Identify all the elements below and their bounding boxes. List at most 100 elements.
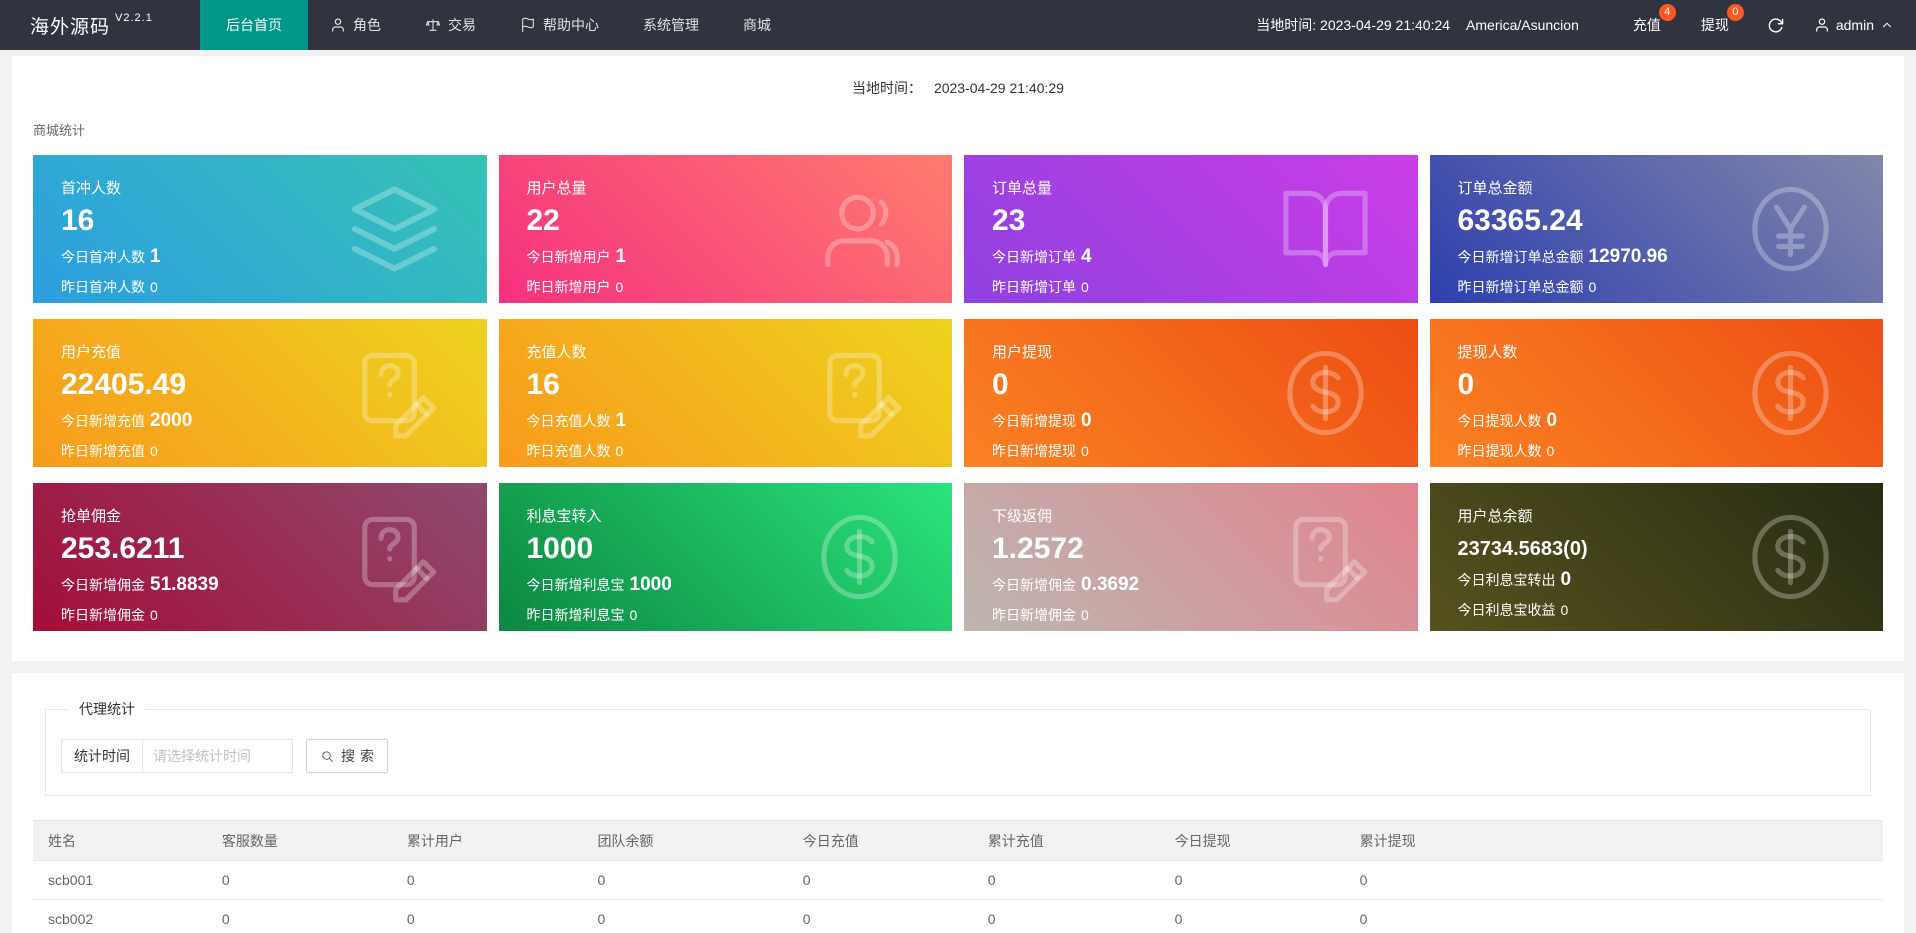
cell-total-users: 0 bbox=[391, 899, 583, 933]
menu-item[interactable]: 帮助中心 bbox=[498, 0, 621, 50]
app-logo: 海外源码 V2.2.1 bbox=[0, 0, 200, 50]
stats-panel: 当地时间： 2023-04-29 21:40:29 商城统计 首冲人数 16 今… bbox=[12, 56, 1904, 661]
table-header-row: 姓名 客服数量 累计用户 团队余额 今日充值 累计充值 今日提现 累计提现 bbox=[33, 820, 1883, 861]
cell-name: scb002 bbox=[33, 899, 207, 933]
menu-item[interactable]: 角色 bbox=[308, 0, 403, 50]
cell-total-recharge: 0 bbox=[972, 899, 1160, 933]
agent-filter-row: 统计时间 搜索 bbox=[61, 739, 1855, 773]
menu-item-label: 交易 bbox=[448, 17, 476, 33]
cell-today-recharge: 0 bbox=[787, 899, 973, 933]
table-header-cell: 姓名 bbox=[33, 820, 207, 861]
card-yesterday-line: 昨日新增利息宝 0 bbox=[526, 607, 638, 623]
cell-total-withdraw: 0 bbox=[1344, 860, 1883, 900]
main-menu: 后台首页 角色 交易 帮助中心 系统管理 商城 bbox=[200, 0, 793, 50]
stat-card: 用户充值 22405.49 今日新增充值 2000 昨日新增充值 0 bbox=[33, 319, 487, 467]
menu-item-label: 帮助中心 bbox=[543, 17, 599, 33]
table-header-cell: 客服数量 bbox=[206, 820, 392, 861]
top-navbar: 海外源码 V2.2.1 后台首页 角色 交易 帮助中心 系统管理 商城 当地时间… bbox=[0, 0, 1916, 50]
doc-pencil-icon bbox=[347, 510, 442, 605]
app-title: 海外源码 bbox=[30, 16, 111, 38]
user-menu[interactable]: admin bbox=[1814, 17, 1894, 33]
menu-item-label: 商城 bbox=[743, 17, 771, 33]
card-yesterday-line: 昨日新增充值 0 bbox=[61, 443, 158, 459]
cell-today-recharge: 0 bbox=[787, 860, 973, 900]
flag-icon bbox=[520, 17, 536, 33]
agent-table: 姓名 客服数量 累计用户 团队余额 今日充值 累计充值 今日提现 累计提现 scb001 0 … bbox=[33, 820, 1883, 933]
card-yesterday-line: 昨日新增佣金 0 bbox=[61, 607, 158, 623]
withdraw-badge: 0 bbox=[1726, 4, 1744, 21]
stat-card: 下级返佣 1.2572 今日新增佣金 0.3692 昨日新增佣金 0 bbox=[964, 483, 1418, 631]
user-icon bbox=[1814, 17, 1830, 33]
menu-item[interactable]: 商城 bbox=[721, 0, 793, 50]
scales-icon bbox=[425, 17, 441, 33]
app-version: V2.2.1 bbox=[115, 12, 153, 24]
user-big-icon bbox=[812, 182, 907, 277]
stat-time-label: 统计时间 bbox=[61, 739, 143, 773]
table-header-cell: 累计提现 bbox=[1344, 820, 1883, 861]
stat-card: 提现人数 0 今日提现人数 0 昨日提现人数 0 bbox=[1429, 319, 1883, 467]
chevron-up-icon bbox=[1880, 18, 1894, 32]
stat-card: 利息宝转入 1000 今日新增利息宝 1000 昨日新增利息宝 0 bbox=[498, 483, 952, 631]
cell-total-withdraw: 0 bbox=[1344, 899, 1883, 933]
stat-card: 用户总余额 23734.5683(0) 今日利息宝转出 0 今日利息宝收益 0 bbox=[1429, 483, 1883, 631]
menu-item-label: 角色 bbox=[353, 17, 381, 33]
menu-item-label: 后台首页 bbox=[226, 17, 282, 33]
layers-icon bbox=[347, 182, 442, 277]
stat-card: 用户提现 0 今日新增提现 0 昨日新增提现 0 bbox=[964, 319, 1418, 467]
recharge-badge: 4 bbox=[1658, 4, 1676, 21]
doc-pencil-icon bbox=[347, 346, 442, 441]
section-title-mall-stats: 商城统计 bbox=[33, 123, 86, 138]
stat-card: 用户总量 22 今日新增用户 1 昨日新增用户 0 bbox=[498, 155, 952, 303]
menu-item-label: 系统管理 bbox=[643, 17, 699, 33]
dollar-circle-icon bbox=[1743, 346, 1838, 441]
menu-item[interactable]: 系统管理 bbox=[621, 0, 721, 50]
table-header-cell: 团队余额 bbox=[582, 820, 788, 861]
cell-total-users: 0 bbox=[391, 860, 583, 900]
dollar-circle-icon bbox=[812, 510, 907, 605]
agent-panel: 代理统计 统计时间 搜索 姓名客服数量累计用户团队余额今日充值累计充值今日提现累… bbox=[12, 673, 1904, 933]
stats-cards: 首冲人数 16 今日首冲人数 1 昨日首冲人数 0 用户总量 22 今日新增用户 1 … bbox=[12, 155, 1904, 631]
stat-card: 首冲人数 16 今日首冲人数 1 昨日首冲人数 0 bbox=[33, 155, 487, 303]
stat-card: 充值人数 16 今日充值人数 1 昨日充值人数 0 bbox=[498, 319, 952, 467]
book-icon bbox=[1278, 182, 1373, 277]
card-yesterday-line: 昨日新增订单总金额 0 bbox=[1457, 279, 1597, 295]
navbar-time: 当地时间: 2023-04-29 21:40:24 bbox=[1256, 17, 1451, 33]
withdraw-button[interactable]: 提现 0 bbox=[1701, 4, 1744, 35]
table-body: scb001 0 0 0 0 0 0 0 scb002 0 0 0 0 0 0 … bbox=[33, 860, 1883, 933]
username: admin bbox=[1835, 17, 1874, 33]
search-button[interactable]: 搜索 bbox=[306, 739, 388, 773]
dollar-circle-icon bbox=[1278, 346, 1373, 441]
table-row: scb002 0 0 0 0 0 0 0 bbox=[33, 899, 1883, 933]
agent-stats-fieldset: 代理统计 统计时间 搜索 bbox=[45, 699, 1871, 796]
menu-item[interactable]: 后台首页 bbox=[200, 0, 308, 50]
cell-name: scb001 bbox=[33, 860, 207, 900]
cell-today-withdraw: 0 bbox=[1159, 899, 1345, 933]
card-yesterday-line: 昨日新增用户 0 bbox=[526, 279, 624, 295]
table-header-cell: 今日充值 bbox=[787, 820, 973, 861]
yen-circle-icon bbox=[1743, 182, 1838, 277]
recharge-button[interactable]: 充值 4 bbox=[1633, 4, 1676, 35]
cell-service-count: 0 bbox=[206, 899, 392, 933]
cell-service-count: 0 bbox=[206, 860, 392, 900]
cell-total-recharge: 0 bbox=[972, 860, 1160, 900]
dollar-circle-icon bbox=[1743, 510, 1838, 605]
refresh-icon[interactable] bbox=[1767, 17, 1784, 34]
doc-pencil-icon bbox=[1278, 510, 1373, 605]
stat-time-input[interactable] bbox=[143, 739, 293, 773]
user-icon bbox=[330, 17, 346, 33]
card-yesterday-line: 昨日充值人数 0 bbox=[526, 443, 624, 459]
card-yesterday-line: 昨日首冲人数 0 bbox=[61, 279, 158, 295]
cell-today-withdraw: 0 bbox=[1159, 860, 1345, 900]
stat-card: 订单总量 23 今日新增订单 4 昨日新增订单 0 bbox=[964, 155, 1418, 303]
doc-pencil-icon bbox=[812, 346, 907, 441]
menu-item[interactable]: 交易 bbox=[403, 0, 498, 50]
stat-card: 抢单佣金 253.6211 今日新增佣金 51.8839 昨日新增佣金 0 bbox=[33, 483, 487, 631]
cell-team-balance: 0 bbox=[582, 899, 788, 933]
table-header-cell: 累计充值 bbox=[972, 820, 1160, 861]
local-time-line: 当地时间： 2023-04-29 21:40:29 bbox=[852, 80, 1064, 96]
table-row: scb001 0 0 0 0 0 0 0 bbox=[33, 860, 1883, 900]
navbar-timezone: America/Asuncion bbox=[1466, 17, 1579, 33]
navbar-right: 当地时间: 2023-04-29 21:40:24 America/Asunci… bbox=[1256, 0, 1916, 50]
card-yesterday-line: 昨日新增提现 0 bbox=[992, 443, 1089, 459]
card-yesterday-line: 昨日提现人数 0 bbox=[1457, 443, 1555, 459]
